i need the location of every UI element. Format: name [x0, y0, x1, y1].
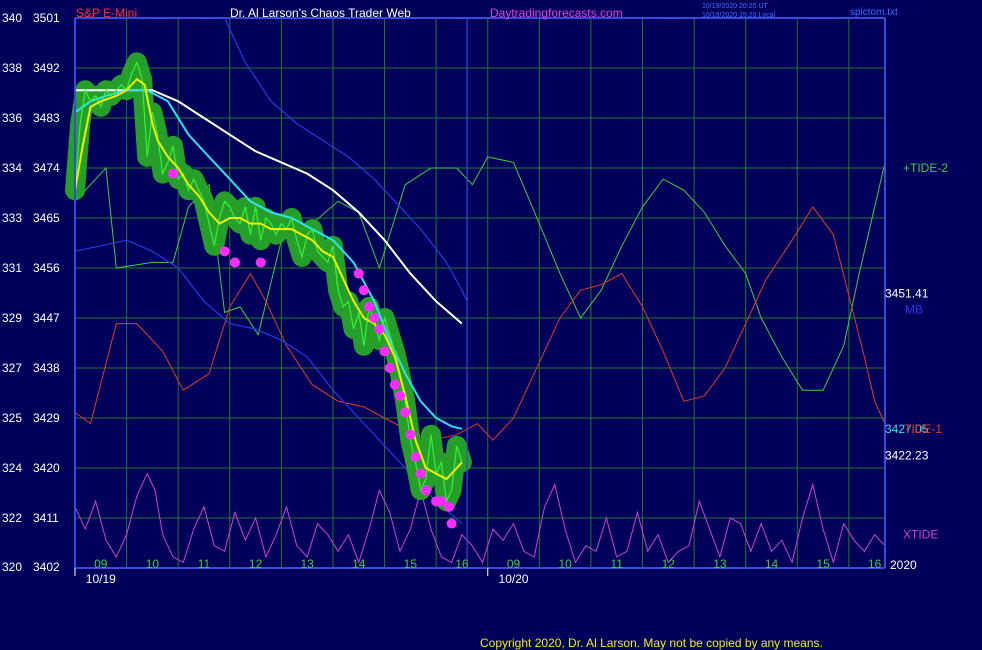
x-hour-label: 11 [198, 557, 211, 571]
y-tick-outer: 340 [2, 11, 22, 25]
y-tick-outer: 333 [2, 211, 22, 225]
x-hour-label: 16 [868, 557, 882, 571]
x-hour-label: 10 [558, 557, 572, 571]
signal-marker [446, 518, 457, 529]
y-tick-inner: 3447 [33, 311, 60, 325]
right-label: MB [905, 303, 923, 317]
signal-marker [353, 268, 364, 279]
x-hour-label: 09 [94, 557, 108, 571]
right-label: 2020 [890, 558, 917, 572]
signal-marker [405, 429, 416, 440]
y-tick-inner: 3429 [33, 411, 60, 425]
signal-marker [219, 246, 230, 257]
y-tick-outer: 338 [2, 61, 22, 75]
signal-marker [415, 468, 426, 479]
signal-marker [444, 501, 455, 512]
x-hour-label: 15 [404, 557, 418, 571]
x-hour-label: 15 [816, 557, 830, 571]
y-tick-outer: 336 [2, 111, 22, 125]
signal-marker [369, 313, 380, 323]
y-tick-inner: 3411 [33, 511, 59, 525]
x-hour-label: 13 [300, 557, 314, 571]
y-tick-outer: 324 [2, 461, 22, 475]
site-link[interactable]: Daytradingforecasts.com [490, 6, 623, 20]
timestamp-ut: 10/19/2020 20:20 UT [702, 3, 768, 10]
y-tick-inner: 3438 [33, 361, 60, 375]
x-hour-label: 16 [455, 557, 469, 571]
x-hour-label: 13 [713, 557, 727, 571]
y-tick-outer: 322 [2, 511, 22, 525]
right-label: TIDE-1 [904, 422, 942, 436]
signal-marker [389, 379, 400, 390]
y-tick-inner: 3483 [33, 111, 60, 125]
y-tick-inner: 3420 [33, 461, 60, 475]
y-tick-outer: 329 [2, 311, 22, 325]
instrument-label: S&P E-Mini [76, 6, 137, 20]
y-tick-inner: 3402 [33, 560, 60, 574]
y-tick-inner: 3474 [33, 161, 60, 175]
timestamp-local: 10/19/2020 15:20 Local [702, 12, 776, 19]
y-tick-inner: 3501 [33, 11, 60, 25]
x-day-label: 10/20 [499, 572, 529, 586]
y-tick-outer: 327 [2, 361, 22, 375]
signal-marker [358, 285, 369, 296]
signal-marker [410, 451, 421, 462]
right-label: 3422.23 [885, 449, 929, 463]
signal-marker [229, 257, 240, 268]
signal-marker [400, 407, 411, 418]
y-tick-inner: 3465 [33, 211, 60, 225]
y-tick-outer: 320 [2, 560, 22, 574]
x-hour-label: 09 [507, 557, 521, 571]
chart-svg: 340 3501 338 3492 336 3483 334 3474 333 3465 331 34… [0, 0, 982, 650]
copyright-notice: Copyright 2020, Dr. Al Larson. May not b… [480, 636, 823, 650]
right-label: 3451.41 [885, 287, 929, 301]
x-hour-label: 14 [765, 557, 779, 571]
x-hour-label: 10 [146, 557, 160, 571]
signal-marker [255, 257, 266, 268]
x-hour-label: 12 [249, 557, 263, 571]
data-file-label: spictom.txt [850, 7, 898, 18]
signal-marker [420, 485, 431, 496]
x-hour-label: 14 [352, 557, 366, 571]
x-hour-label: 11 [610, 557, 623, 571]
chart-title: Dr. Al Larson's Chaos Trader Web [230, 6, 411, 20]
right-label: XTIDE [903, 528, 938, 542]
signal-marker [374, 324, 385, 335]
signal-marker [364, 301, 375, 312]
y-tick-outer: 334 [2, 161, 22, 175]
signal-marker [395, 390, 406, 401]
y-tick-outer: 331 [2, 261, 22, 275]
y-tick-inner: 3456 [33, 261, 60, 275]
y-tick-inner: 3492 [33, 61, 60, 75]
x-day-label: 10/19 [86, 572, 116, 586]
x-hour-label: 12 [662, 557, 676, 571]
signal-marker [168, 168, 179, 179]
signal-marker [379, 346, 390, 357]
right-label: +TIDE-2 [903, 161, 948, 175]
y-tick-outer: 325 [2, 411, 22, 425]
signal-marker [384, 363, 395, 373]
